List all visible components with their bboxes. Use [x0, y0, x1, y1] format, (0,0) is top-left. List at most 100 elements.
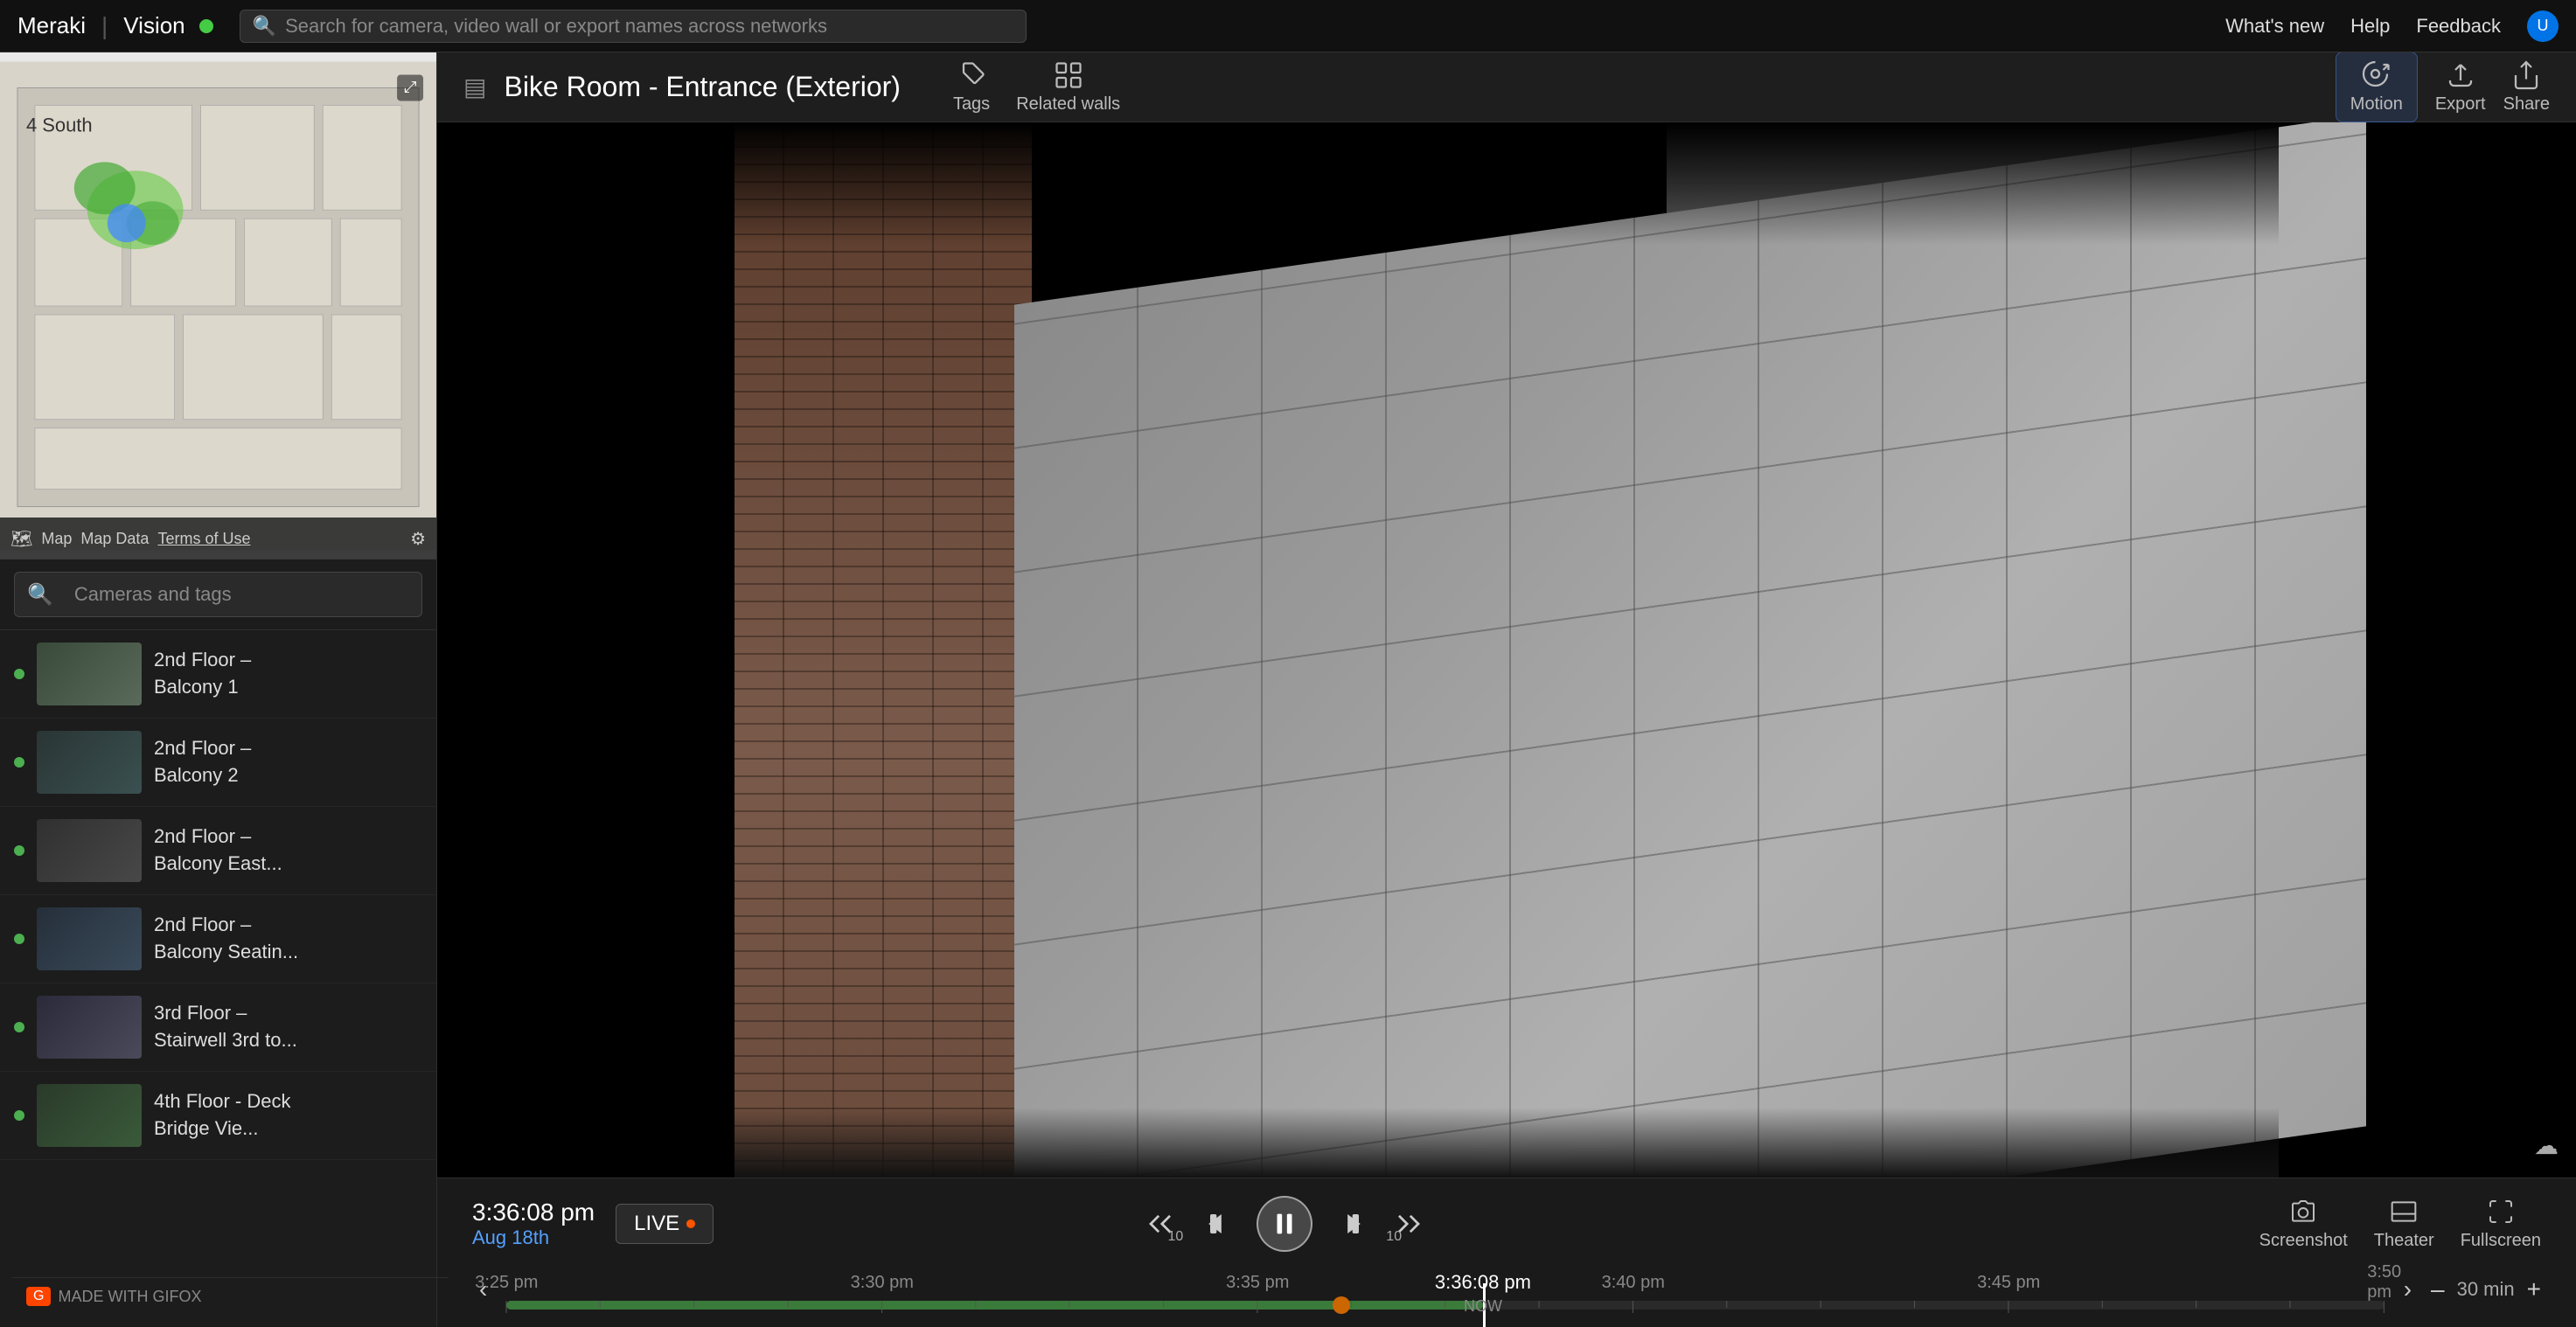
camera-name: 2nd Floor – Balcony Seatin...: [154, 912, 298, 966]
camera-item[interactable]: 2nd Floor – Balcony 1: [0, 630, 436, 719]
rewind-label: 10: [1168, 1229, 1184, 1245]
camera-status-dot: [14, 934, 24, 944]
time-main: 3:36:08 pm: [472, 1198, 595, 1226]
export-button[interactable]: Export: [2435, 59, 2486, 115]
theater-label: Theater: [2374, 1231, 2434, 1251]
video-scene: ☁: [437, 122, 2576, 1178]
video-main-content: [735, 122, 2279, 1178]
controls-bar: 3:36:08 pm Aug 18th LIVE 10: [437, 1178, 2576, 1327]
timeline-label-4: 3:45 pm: [1977, 1273, 2040, 1293]
timeline-event-marker: [1333, 1296, 1350, 1314]
video-bottom-overlay: [735, 1108, 2279, 1178]
camera-status-dot: [14, 757, 24, 768]
map-data-label: Map Data: [80, 530, 149, 548]
svg-text:⤢: ⤢: [404, 78, 417, 95]
camera-status-dot: [14, 845, 24, 856]
camera-menu-icon: ▤: [463, 73, 486, 101]
camera-header: ▤ Bike Room - Entrance (Exterior) Tags: [437, 52, 2576, 122]
forward-label: 10: [1386, 1229, 1402, 1245]
camera-item[interactable]: 2nd Floor – Balcony Seatin...: [0, 895, 436, 983]
motion-button[interactable]: Motion: [2336, 52, 2418, 122]
user-avatar[interactable]: U: [2527, 10, 2559, 42]
camera-name: 2nd Floor – Balcony 2: [154, 735, 251, 789]
camera-thumbnail: [37, 1084, 142, 1147]
logo: Meraki | Vision: [17, 12, 213, 40]
live-button[interactable]: LIVE: [616, 1204, 714, 1244]
video-container: ☁: [437, 122, 2576, 1178]
timeline-bar[interactable]: NOW: [506, 1301, 2384, 1310]
screenshot-button[interactable]: Screenshot: [2259, 1198, 2348, 1251]
playback-controls: 10: [1138, 1196, 1431, 1252]
timeline-label-5: 3:50 pm: [2367, 1262, 2401, 1303]
forward-button[interactable]: 10: [1386, 1201, 1431, 1247]
related-walls-label: Related walls: [1016, 94, 1120, 115]
pavement: [1014, 122, 2366, 1178]
camera-search-container: 🔍: [0, 559, 436, 630]
help-link[interactable]: Help: [2350, 15, 2390, 38]
fullscreen-label: Fullscreen: [2461, 1231, 2541, 1251]
related-walls-icon: [1053, 59, 1084, 91]
camera-search-input[interactable]: [62, 575, 409, 614]
camera-search-icon: 🔍: [27, 582, 53, 608]
fullscreen-button[interactable]: Fullscreen: [2461, 1198, 2541, 1251]
terms-label[interactable]: Terms of Use: [157, 530, 250, 548]
time-date[interactable]: Aug 18th: [472, 1226, 595, 1249]
time-display: 3:36:08 pm Aug 18th: [472, 1198, 595, 1249]
cloud-icon: ☁: [2534, 1131, 2559, 1160]
share-button[interactable]: Share: [2503, 59, 2550, 115]
topbar-right: What's new Help Feedback U: [2225, 10, 2559, 42]
rewind-button[interactable]: 10: [1138, 1201, 1183, 1247]
pavement-lines: [1014, 122, 2366, 1178]
share-label: Share: [2503, 94, 2550, 115]
right-controls: Screenshot Theater Fullscreen: [2259, 1198, 2541, 1251]
camera-status-dot: [14, 669, 24, 679]
frame-back-icon: [1201, 1205, 1239, 1243]
map-container: 4 South ⤢ 🗺 Map Map Data Terms of Use ⚙: [0, 52, 436, 559]
camera-item[interactable]: 3rd Floor – Stairwell 3rd to...: [0, 983, 436, 1072]
camera-name: 3rd Floor – Stairwell 3rd to...: [154, 1000, 297, 1054]
timeline-label-0: 3:25 pm: [475, 1273, 538, 1293]
frame-forward-button[interactable]: [1330, 1205, 1368, 1243]
map-icon: 🗺: [10, 528, 32, 550]
header-right-actions: Motion Export Share: [2336, 52, 2550, 122]
motion-icon: [2361, 59, 2392, 91]
camera-thumbnail: [37, 643, 142, 705]
live-dot: [686, 1219, 695, 1228]
map-label: Map: [41, 530, 72, 548]
tags-button[interactable]: Tags: [953, 59, 990, 115]
theater-button[interactable]: Theater: [2374, 1198, 2434, 1251]
zoom-out-button[interactable]: –: [2431, 1275, 2445, 1303]
content-area: ▤ Bike Room - Entrance (Exterior) Tags: [437, 52, 2576, 1327]
camera-item[interactable]: 2nd Floor – Balcony 2: [0, 719, 436, 807]
main-layout: 4 South ⤢ 🗺 Map Map Data Terms of Use ⚙ …: [0, 52, 2576, 1327]
tags-label: Tags: [953, 94, 990, 115]
screenshot-icon: [2289, 1198, 2317, 1226]
camera-status-dot: [14, 1110, 24, 1121]
brick-wall: [735, 122, 1032, 1178]
timeline-ticks: [506, 1301, 2384, 1310]
timeline-container: ‹ 3:25 pm 3:30 pm 3:35 pm 3:36:08 pm 3:4…: [472, 1269, 2541, 1310]
camera-item[interactable]: 2nd Floor – Balcony East...: [0, 807, 436, 895]
pause-icon: [1270, 1209, 1299, 1239]
feedback-link[interactable]: Feedback: [2416, 15, 2501, 38]
vision-status-dot: [199, 19, 213, 33]
camera-name: 2nd Floor – Balcony 1: [154, 647, 251, 701]
live-label: LIVE: [634, 1212, 679, 1236]
map-settings-icon[interactable]: ⚙: [410, 528, 426, 550]
frame-back-button[interactable]: [1201, 1205, 1239, 1243]
tags-icon: [956, 59, 987, 91]
zoom-in-button[interactable]: +: [2527, 1275, 2541, 1303]
export-label: Export: [2435, 94, 2486, 115]
camera-list: 2nd Floor – Balcony 1 2nd Floor – Balcon…: [0, 630, 436, 1289]
video-top-overlay: [735, 122, 2279, 245]
map-bottom-bar: 🗺 Map Map Data Terms of Use ⚙: [0, 518, 436, 559]
search-bar[interactable]: 🔍 Search for camera, video wall or expor…: [240, 10, 1027, 43]
pause-button[interactable]: [1257, 1196, 1312, 1252]
timeline-label-3: 3:40 pm: [1602, 1273, 1665, 1293]
whats-new-link[interactable]: What's new: [2225, 15, 2324, 38]
timeline-wrapper[interactable]: 3:25 pm 3:30 pm 3:35 pm 3:36:08 pm 3:40 …: [506, 1269, 2384, 1310]
now-label: NOW: [1464, 1297, 1502, 1316]
camera-item[interactable]: 4th Floor - Deck Bridge Vie...: [0, 1072, 436, 1160]
camera-status-dot: [14, 1022, 24, 1032]
related-walls-button[interactable]: Related walls: [1016, 59, 1120, 115]
